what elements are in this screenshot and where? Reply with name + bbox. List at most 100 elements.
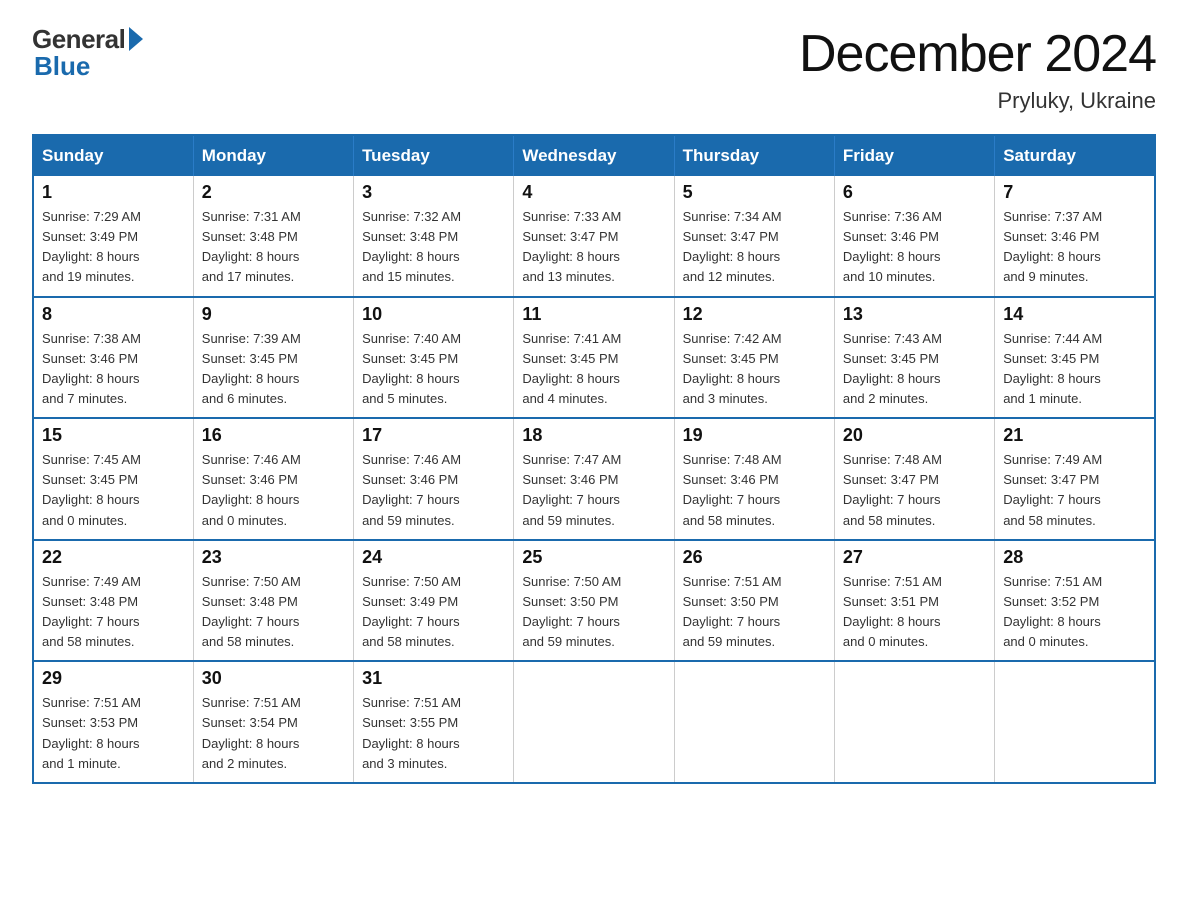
calendar-cell: 1 Sunrise: 7:29 AMSunset: 3:49 PMDayligh…: [33, 176, 193, 297]
day-info: Sunrise: 7:47 AMSunset: 3:46 PMDaylight:…: [522, 452, 621, 527]
calendar-cell: 14 Sunrise: 7:44 AMSunset: 3:45 PMDaylig…: [995, 297, 1155, 419]
day-number: 12: [683, 304, 826, 325]
day-number: 18: [522, 425, 665, 446]
day-info: Sunrise: 7:51 AMSunset: 3:55 PMDaylight:…: [362, 695, 461, 770]
day-info: Sunrise: 7:50 AMSunset: 3:50 PMDaylight:…: [522, 574, 621, 649]
day-number: 15: [42, 425, 185, 446]
logo-arrow-icon: [129, 27, 143, 51]
weekday-header-row: SundayMondayTuesdayWednesdayThursdayFrid…: [33, 135, 1155, 176]
calendar-cell: 12 Sunrise: 7:42 AMSunset: 3:45 PMDaylig…: [674, 297, 834, 419]
calendar-cell: 30 Sunrise: 7:51 AMSunset: 3:54 PMDaylig…: [193, 661, 353, 783]
day-number: 19: [683, 425, 826, 446]
day-info: Sunrise: 7:29 AMSunset: 3:49 PMDaylight:…: [42, 209, 141, 284]
day-number: 1: [42, 182, 185, 203]
weekday-header-saturday: Saturday: [995, 135, 1155, 176]
day-info: Sunrise: 7:39 AMSunset: 3:45 PMDaylight:…: [202, 331, 301, 406]
day-info: Sunrise: 7:41 AMSunset: 3:45 PMDaylight:…: [522, 331, 621, 406]
calendar-cell: [834, 661, 994, 783]
day-info: Sunrise: 7:34 AMSunset: 3:47 PMDaylight:…: [683, 209, 782, 284]
calendar-week-1: 1 Sunrise: 7:29 AMSunset: 3:49 PMDayligh…: [33, 176, 1155, 297]
day-number: 3: [362, 182, 505, 203]
calendar-cell: 20 Sunrise: 7:48 AMSunset: 3:47 PMDaylig…: [834, 418, 994, 540]
day-info: Sunrise: 7:33 AMSunset: 3:47 PMDaylight:…: [522, 209, 621, 284]
calendar-cell: 5 Sunrise: 7:34 AMSunset: 3:47 PMDayligh…: [674, 176, 834, 297]
day-info: Sunrise: 7:46 AMSunset: 3:46 PMDaylight:…: [362, 452, 461, 527]
day-info: Sunrise: 7:40 AMSunset: 3:45 PMDaylight:…: [362, 331, 461, 406]
calendar-cell: 21 Sunrise: 7:49 AMSunset: 3:47 PMDaylig…: [995, 418, 1155, 540]
day-number: 6: [843, 182, 986, 203]
day-number: 23: [202, 547, 345, 568]
day-number: 17: [362, 425, 505, 446]
calendar-week-2: 8 Sunrise: 7:38 AMSunset: 3:46 PMDayligh…: [33, 297, 1155, 419]
calendar-cell: 25 Sunrise: 7:50 AMSunset: 3:50 PMDaylig…: [514, 540, 674, 662]
day-info: Sunrise: 7:31 AMSunset: 3:48 PMDaylight:…: [202, 209, 301, 284]
day-info: Sunrise: 7:51 AMSunset: 3:51 PMDaylight:…: [843, 574, 942, 649]
day-info: Sunrise: 7:45 AMSunset: 3:45 PMDaylight:…: [42, 452, 141, 527]
day-number: 22: [42, 547, 185, 568]
day-info: Sunrise: 7:42 AMSunset: 3:45 PMDaylight:…: [683, 331, 782, 406]
calendar-cell: 11 Sunrise: 7:41 AMSunset: 3:45 PMDaylig…: [514, 297, 674, 419]
calendar-cell: 15 Sunrise: 7:45 AMSunset: 3:45 PMDaylig…: [33, 418, 193, 540]
day-info: Sunrise: 7:37 AMSunset: 3:46 PMDaylight:…: [1003, 209, 1102, 284]
calendar-cell: [514, 661, 674, 783]
logo-blue-text: Blue: [34, 51, 90, 82]
day-info: Sunrise: 7:46 AMSunset: 3:46 PMDaylight:…: [202, 452, 301, 527]
calendar-cell: 29 Sunrise: 7:51 AMSunset: 3:53 PMDaylig…: [33, 661, 193, 783]
day-number: 29: [42, 668, 185, 689]
calendar-cell: 2 Sunrise: 7:31 AMSunset: 3:48 PMDayligh…: [193, 176, 353, 297]
calendar-cell: [674, 661, 834, 783]
logo: General Blue: [32, 24, 143, 82]
day-info: Sunrise: 7:50 AMSunset: 3:49 PMDaylight:…: [362, 574, 461, 649]
day-number: 30: [202, 668, 345, 689]
day-number: 31: [362, 668, 505, 689]
calendar-cell: 4 Sunrise: 7:33 AMSunset: 3:47 PMDayligh…: [514, 176, 674, 297]
calendar-cell: 27 Sunrise: 7:51 AMSunset: 3:51 PMDaylig…: [834, 540, 994, 662]
calendar-cell: 13 Sunrise: 7:43 AMSunset: 3:45 PMDaylig…: [834, 297, 994, 419]
calendar-cell: 31 Sunrise: 7:51 AMSunset: 3:55 PMDaylig…: [354, 661, 514, 783]
day-info: Sunrise: 7:43 AMSunset: 3:45 PMDaylight:…: [843, 331, 942, 406]
title-block: December 2024 Pryluky, Ukraine: [799, 24, 1156, 114]
day-info: Sunrise: 7:38 AMSunset: 3:46 PMDaylight:…: [42, 331, 141, 406]
day-number: 16: [202, 425, 345, 446]
day-info: Sunrise: 7:50 AMSunset: 3:48 PMDaylight:…: [202, 574, 301, 649]
calendar-cell: 9 Sunrise: 7:39 AMSunset: 3:45 PMDayligh…: [193, 297, 353, 419]
calendar-cell: 24 Sunrise: 7:50 AMSunset: 3:49 PMDaylig…: [354, 540, 514, 662]
day-info: Sunrise: 7:44 AMSunset: 3:45 PMDaylight:…: [1003, 331, 1102, 406]
calendar-week-4: 22 Sunrise: 7:49 AMSunset: 3:48 PMDaylig…: [33, 540, 1155, 662]
day-info: Sunrise: 7:48 AMSunset: 3:46 PMDaylight:…: [683, 452, 782, 527]
day-number: 24: [362, 547, 505, 568]
day-number: 10: [362, 304, 505, 325]
calendar-cell: 16 Sunrise: 7:46 AMSunset: 3:46 PMDaylig…: [193, 418, 353, 540]
day-number: 2: [202, 182, 345, 203]
calendar-week-5: 29 Sunrise: 7:51 AMSunset: 3:53 PMDaylig…: [33, 661, 1155, 783]
day-info: Sunrise: 7:32 AMSunset: 3:48 PMDaylight:…: [362, 209, 461, 284]
calendar-cell: 23 Sunrise: 7:50 AMSunset: 3:48 PMDaylig…: [193, 540, 353, 662]
day-number: 27: [843, 547, 986, 568]
weekday-header-monday: Monday: [193, 135, 353, 176]
day-number: 11: [522, 304, 665, 325]
day-number: 5: [683, 182, 826, 203]
day-number: 7: [1003, 182, 1146, 203]
day-info: Sunrise: 7:36 AMSunset: 3:46 PMDaylight:…: [843, 209, 942, 284]
calendar-cell: 8 Sunrise: 7:38 AMSunset: 3:46 PMDayligh…: [33, 297, 193, 419]
weekday-header-thursday: Thursday: [674, 135, 834, 176]
day-info: Sunrise: 7:51 AMSunset: 3:54 PMDaylight:…: [202, 695, 301, 770]
day-number: 25: [522, 547, 665, 568]
calendar-cell: 22 Sunrise: 7:49 AMSunset: 3:48 PMDaylig…: [33, 540, 193, 662]
calendar-table: SundayMondayTuesdayWednesdayThursdayFrid…: [32, 134, 1156, 784]
day-number: 20: [843, 425, 986, 446]
calendar-cell: 26 Sunrise: 7:51 AMSunset: 3:50 PMDaylig…: [674, 540, 834, 662]
calendar-cell: 28 Sunrise: 7:51 AMSunset: 3:52 PMDaylig…: [995, 540, 1155, 662]
month-title: December 2024: [799, 24, 1156, 84]
weekday-header-tuesday: Tuesday: [354, 135, 514, 176]
calendar-week-3: 15 Sunrise: 7:45 AMSunset: 3:45 PMDaylig…: [33, 418, 1155, 540]
calendar-cell: [995, 661, 1155, 783]
calendar-cell: 19 Sunrise: 7:48 AMSunset: 3:46 PMDaylig…: [674, 418, 834, 540]
day-number: 21: [1003, 425, 1146, 446]
day-number: 8: [42, 304, 185, 325]
calendar-cell: 18 Sunrise: 7:47 AMSunset: 3:46 PMDaylig…: [514, 418, 674, 540]
location-title: Pryluky, Ukraine: [799, 88, 1156, 114]
calendar-cell: 7 Sunrise: 7:37 AMSunset: 3:46 PMDayligh…: [995, 176, 1155, 297]
weekday-header-friday: Friday: [834, 135, 994, 176]
calendar-cell: 17 Sunrise: 7:46 AMSunset: 3:46 PMDaylig…: [354, 418, 514, 540]
